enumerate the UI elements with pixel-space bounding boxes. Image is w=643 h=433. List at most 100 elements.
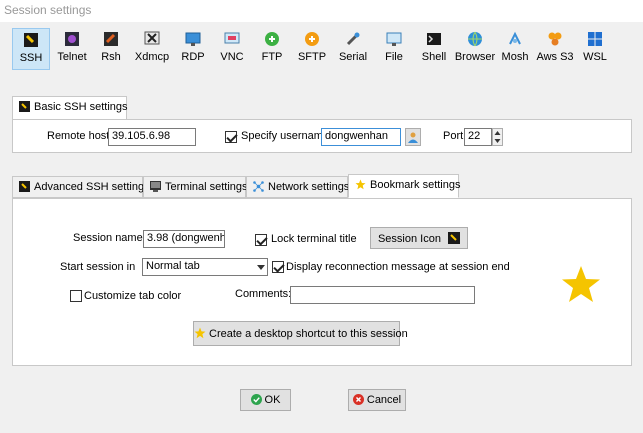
protocol-label: SFTP bbox=[297, 51, 327, 63]
protocol-label: Xdmcp bbox=[134, 51, 170, 63]
ssh-icon bbox=[24, 33, 38, 47]
protocol-label: SSH bbox=[19, 52, 43, 64]
bookmark-star-icon bbox=[562, 266, 600, 302]
telnet-icon bbox=[65, 32, 79, 46]
tab-label: Basic SSH settings bbox=[34, 101, 128, 113]
protocol-browser[interactable]: Browser bbox=[454, 28, 496, 70]
tab-terminal-settings[interactable]: Terminal settings bbox=[143, 176, 248, 198]
protocol-wsl[interactable]: WSL bbox=[580, 28, 610, 70]
bookmark-settings-panel: Session name: 3.98 (dongwenhan) Lock ter… bbox=[12, 198, 632, 366]
protocol-vnc[interactable]: VNC bbox=[214, 28, 250, 70]
protocol-aws-s3[interactable]: Aws S3 bbox=[534, 28, 576, 70]
chevron-down-icon bbox=[257, 265, 265, 270]
basic-ssh-settings-panel: Remote host * 39.105.6.98 Specify userna… bbox=[12, 119, 632, 153]
specify-username-checkbox[interactable] bbox=[225, 131, 237, 143]
cancel-button[interactable]: Cancel bbox=[348, 389, 406, 411]
protocol-ftp[interactable]: FTP bbox=[256, 28, 288, 70]
star-icon bbox=[194, 327, 206, 339]
protocol-label: Shell bbox=[421, 51, 447, 63]
protocol-label: FTP bbox=[261, 51, 283, 63]
tab-label: Bookmark settings bbox=[370, 179, 461, 191]
ssh-icon bbox=[448, 232, 461, 244]
user-picker-button[interactable] bbox=[405, 128, 421, 146]
mosh-icon bbox=[509, 31, 521, 45]
file-icon bbox=[386, 32, 402, 46]
ok-button[interactable]: OK bbox=[240, 389, 291, 411]
tab-network-settings[interactable]: Network settings bbox=[246, 176, 350, 198]
tab-label: Advanced SSH settings bbox=[34, 181, 150, 193]
start-session-value: Normal tab bbox=[146, 260, 200, 272]
port-input[interactable]: 22 bbox=[464, 128, 492, 146]
monitor-icon bbox=[150, 181, 161, 192]
remote-host-label: Remote host * bbox=[47, 130, 117, 142]
network-icon bbox=[253, 181, 264, 192]
lock-terminal-checkbox[interactable] bbox=[255, 234, 267, 246]
protocol-rsh[interactable]: Rsh bbox=[94, 28, 128, 70]
comments-input[interactable] bbox=[290, 286, 475, 304]
customize-tab-color-checkbox[interactable] bbox=[70, 290, 82, 302]
serial-icon bbox=[346, 32, 360, 46]
aws-s3-icon bbox=[548, 32, 562, 46]
start-session-label: Start session in bbox=[60, 261, 136, 273]
protocol-label: Browser bbox=[454, 51, 496, 63]
protocol-label: RDP bbox=[181, 51, 205, 63]
lock-terminal-label: Lock terminal title bbox=[271, 233, 357, 245]
specify-username-label: Specify username bbox=[241, 130, 330, 142]
port-stepper[interactable] bbox=[492, 128, 503, 146]
start-session-select[interactable]: Normal tab bbox=[142, 258, 268, 276]
tab-label: Terminal settings bbox=[165, 181, 248, 193]
customize-tab-color-label: Customize tab color bbox=[84, 290, 182, 302]
shortcut-label: Create a desktop shortcut to this sessio… bbox=[209, 328, 408, 340]
protocol-label: File bbox=[385, 51, 403, 63]
tab-advanced-ssh-settings[interactable]: Advanced SSH settings bbox=[12, 176, 150, 198]
protocol-ssh[interactable]: SSH bbox=[12, 28, 50, 70]
star-icon bbox=[355, 179, 366, 190]
session-name-label: Session name: bbox=[73, 232, 146, 244]
vnc-icon bbox=[224, 32, 240, 44]
tab-bookmark-settings[interactable]: Bookmark settings bbox=[348, 174, 461, 198]
cancel-icon bbox=[352, 394, 364, 405]
sftp-icon bbox=[305, 32, 319, 46]
protocol-label: Rsh bbox=[101, 51, 121, 63]
session-name-input[interactable]: 3.98 (dongwenhan) bbox=[143, 230, 225, 248]
cancel-label: Cancel bbox=[366, 394, 402, 406]
port-label: Port bbox=[443, 130, 464, 142]
ssh-icon bbox=[19, 101, 30, 112]
remote-host-input[interactable]: 39.105.6.98 bbox=[108, 128, 196, 146]
shell-icon bbox=[427, 33, 441, 45]
protocol-serial[interactable]: Serial bbox=[336, 28, 370, 70]
window-title: Session settings bbox=[0, 0, 643, 22]
terminal-icon bbox=[19, 181, 30, 192]
tab-basic-ssh-settings[interactable]: Basic SSH settings bbox=[12, 96, 128, 120]
protocol-label: WSL bbox=[583, 51, 607, 63]
session-icon-label: Session Icon bbox=[377, 233, 441, 245]
xdmcp-icon bbox=[144, 31, 160, 45]
comments-label: Comments: bbox=[235, 288, 292, 300]
tab-label: Network settings bbox=[268, 181, 350, 193]
stepper-arrows-icon bbox=[494, 131, 501, 143]
user-icon bbox=[408, 132, 418, 143]
protocol-sftp[interactable]: SFTP bbox=[294, 28, 330, 70]
rdp-icon bbox=[185, 32, 201, 46]
protocol-mosh[interactable]: Mosh bbox=[500, 28, 530, 70]
protocol-telnet[interactable]: Telnet bbox=[54, 28, 90, 70]
protocol-file[interactable]: File bbox=[378, 28, 410, 70]
protocol-label: Telnet bbox=[57, 51, 87, 63]
protocol-label: Aws S3 bbox=[536, 51, 574, 63]
protocol-label: VNC bbox=[220, 51, 244, 63]
check-icon bbox=[250, 394, 262, 405]
display-reconnect-checkbox[interactable] bbox=[272, 261, 284, 273]
protocol-shell[interactable]: Shell bbox=[418, 28, 450, 70]
create-desktop-shortcut-button[interactable]: Create a desktop shortcut to this sessio… bbox=[193, 321, 408, 346]
protocol-label: Serial bbox=[338, 51, 368, 63]
protocol-xdmcp[interactable]: Xdmcp bbox=[131, 28, 173, 70]
rsh-icon bbox=[104, 32, 118, 46]
protocol-rdp[interactable]: RDP bbox=[176, 28, 210, 70]
protocol-toolbar: SSH Telnet Rsh Xdmcp RDP VNC FTP SFTP Se… bbox=[0, 22, 643, 78]
username-input[interactable]: dongwenhan bbox=[321, 128, 401, 146]
display-reconnect-label: Display reconnection message at session … bbox=[286, 261, 510, 273]
wsl-icon bbox=[588, 32, 602, 46]
session-icon-button[interactable]: Session Icon bbox=[370, 227, 468, 249]
ftp-icon bbox=[265, 32, 279, 46]
protocol-label: Mosh bbox=[501, 51, 529, 63]
